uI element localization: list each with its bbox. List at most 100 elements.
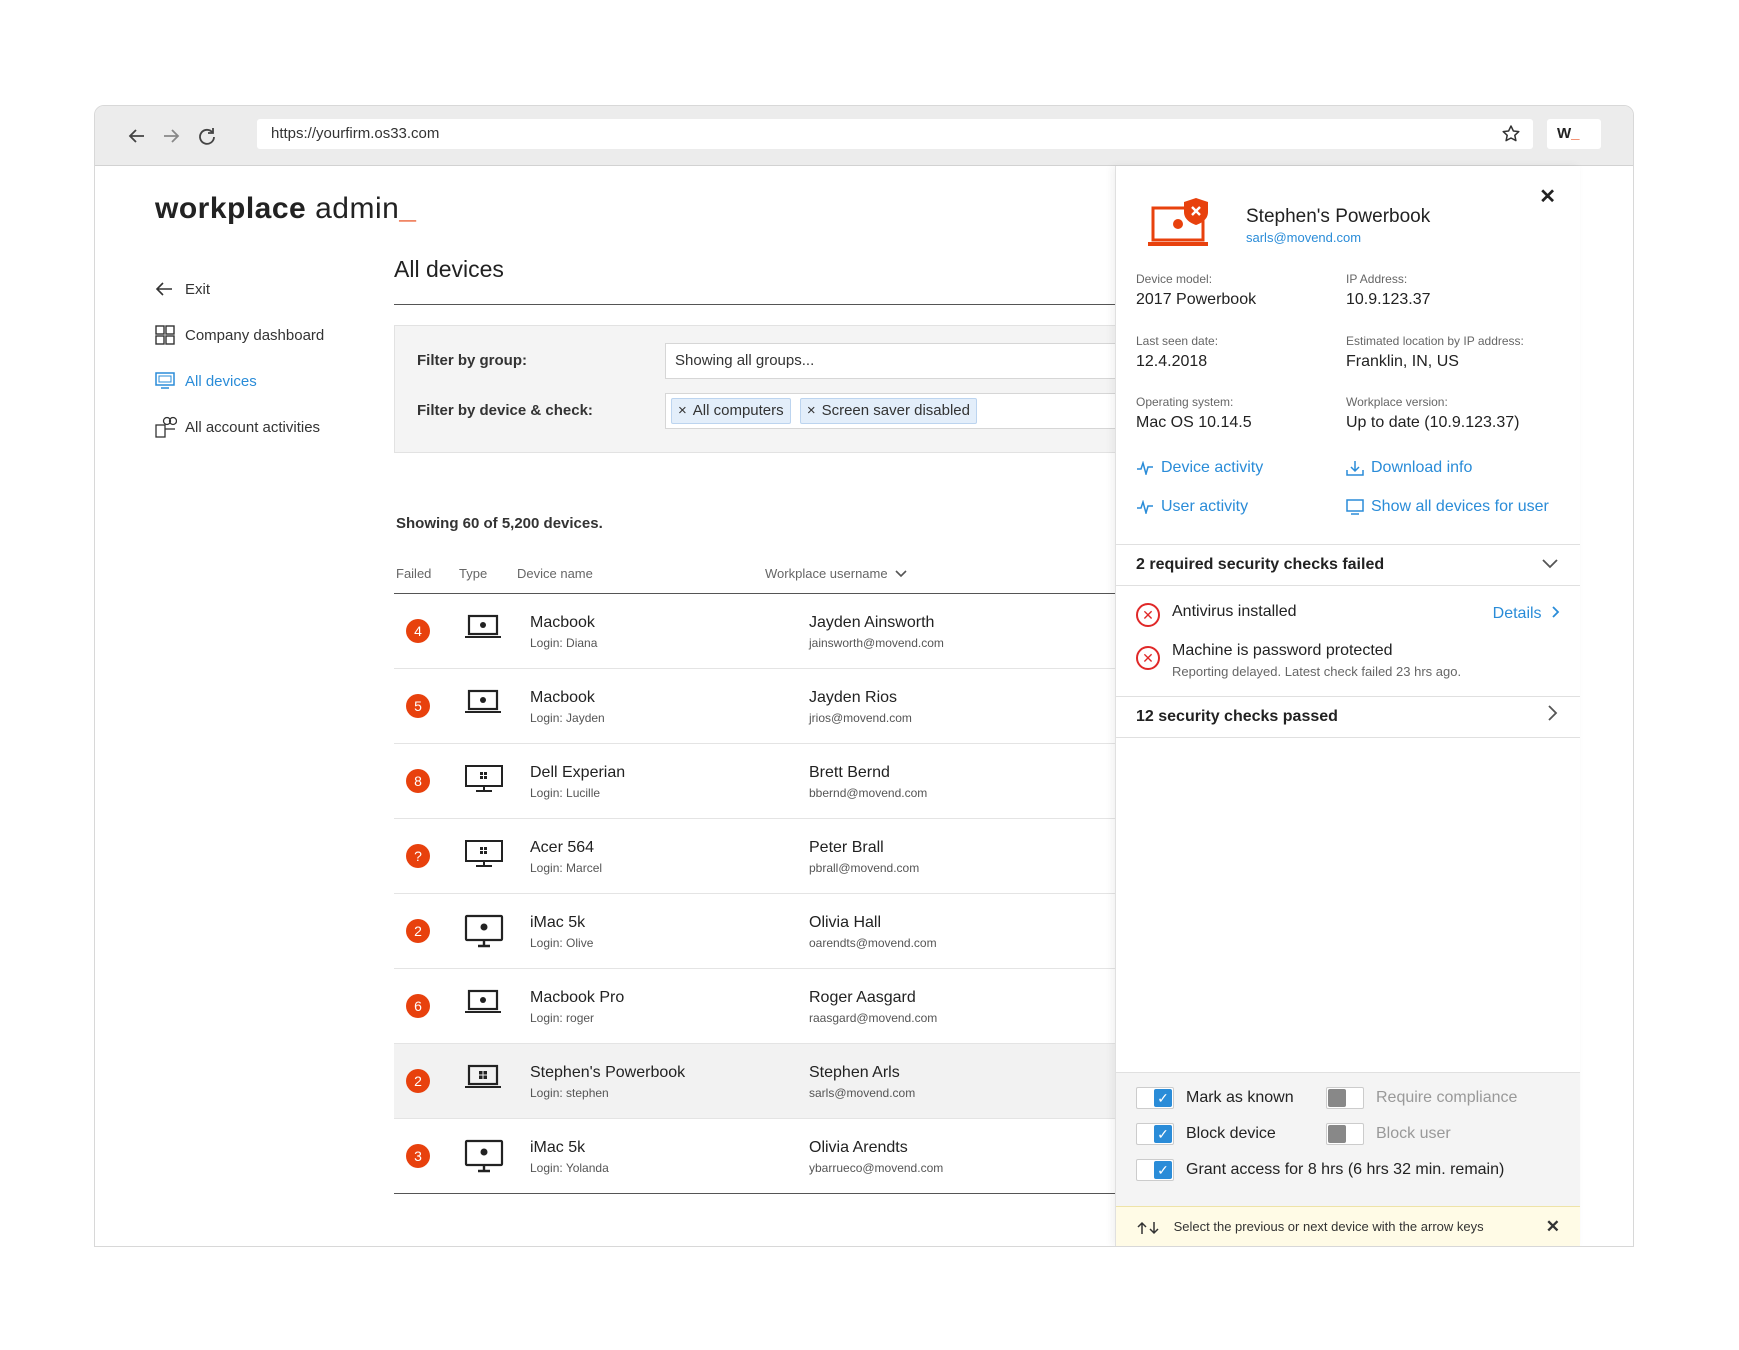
- user-email: bbernd@movend.com: [809, 786, 928, 800]
- device-name: Stephen's Powerbook: [530, 1064, 686, 1081]
- require-compliance-toggle[interactable]: Require compliance: [1326, 1087, 1517, 1109]
- column-type[interactable]: Type: [459, 566, 487, 581]
- device-login: Login: Diana: [530, 636, 598, 650]
- browser-toolbar: https://yourfirm.os33.com W_: [95, 106, 1633, 166]
- info-value: 2017 Powerbook: [1136, 291, 1257, 308]
- table-row[interactable]: ? Acer 564 Login: Marcel Peter Brall pbr…: [394, 819, 1134, 894]
- failed-checks-title: 2 required security checks failed: [1136, 556, 1385, 573]
- back-arrow-icon[interactable]: [123, 122, 151, 150]
- device-table-body: 4 Macbook Login: Diana Jayden Ainsworth …: [394, 594, 1134, 1194]
- failed-count-badge: ?: [406, 844, 430, 868]
- panel-user-email[interactable]: sarls@movend.com: [1246, 230, 1361, 245]
- download-icon: [1346, 461, 1364, 476]
- link-label: Show all devices for user: [1371, 498, 1549, 515]
- column-failed[interactable]: Failed: [396, 566, 431, 581]
- sidebar-item-all-account-activities[interactable]: All account activities: [155, 404, 324, 450]
- table-row-selected[interactable]: 2 Stephen's Powerbook Login: stephen Ste…: [394, 1044, 1134, 1119]
- info-workplace-version: Workplace version: Up to date (10.9.123.…: [1346, 395, 1519, 432]
- filter-panel: Filter by group: Showing all groups... F…: [394, 325, 1135, 453]
- imac-apple-icon: [464, 914, 504, 953]
- table-row[interactable]: 5 Macbook Login: Jayden Jayden Rios jrio…: [394, 669, 1134, 744]
- user-email: ybarrueco@movend.com: [809, 1161, 944, 1175]
- main-content: All devices Filter by group: Showing all…: [394, 256, 1135, 1194]
- table-row[interactable]: 2 iMac 5k Login: Olive Olivia Hall oaren…: [394, 894, 1134, 969]
- failed-count-badge: 3: [406, 1144, 430, 1168]
- user-activity-link[interactable]: User activity: [1136, 498, 1248, 516]
- link-label: Device activity: [1161, 459, 1264, 476]
- address-bar[interactable]: https://yourfirm.os33.com: [257, 119, 1533, 149]
- column-workplace-username[interactable]: Workplace username: [765, 566, 907, 581]
- toggle-label: Require compliance: [1376, 1089, 1518, 1106]
- failed-checks-header[interactable]: 2 required security checks failed: [1116, 544, 1580, 586]
- info-key: Operating system:: [1136, 395, 1234, 409]
- user-name: Roger Aasgard: [809, 989, 916, 1006]
- remove-chip-icon[interactable]: ×: [678, 402, 687, 419]
- imac-apple-icon: [464, 1139, 504, 1178]
- logo-mark: _: [399, 192, 417, 225]
- url-text: https://yourfirm.os33.com: [271, 125, 440, 142]
- app-content: workplace admin_ Exit Company dashboard …: [95, 166, 1633, 1246]
- failed-count-badge: 8: [406, 769, 430, 793]
- device-activity-link[interactable]: Device activity: [1136, 459, 1263, 477]
- failed-count-badge: 6: [406, 994, 430, 1018]
- toggle-switch-off: [1326, 1123, 1364, 1145]
- details-link[interactable]: Details: [1493, 605, 1560, 623]
- desktop-windows-icon: [464, 764, 504, 799]
- user-email: jainsworth@movend.com: [809, 636, 944, 650]
- sidebar-item-exit[interactable]: Exit: [155, 266, 324, 312]
- group-filter-select[interactable]: Showing all groups...: [665, 343, 1135, 379]
- grant-access-toggle[interactable]: ✓ Grant access for 8 hrs (6 hrs 32 min. …: [1136, 1159, 1504, 1181]
- sidebar-item-company-dashboard[interactable]: Company dashboard: [155, 312, 324, 358]
- show-all-devices-link[interactable]: Show all devices for user: [1346, 498, 1549, 516]
- reload-icon[interactable]: [193, 122, 221, 150]
- info-value: Franklin, IN, US: [1346, 353, 1459, 370]
- hint-text: Select the previous or next device with …: [1173, 1219, 1484, 1234]
- bookmark-star-icon[interactable]: [1501, 124, 1521, 155]
- fail-x-icon: ✕: [1136, 603, 1160, 627]
- chevron-down-icon: [1542, 545, 1558, 585]
- browser-window: https://yourfirm.os33.com W_ workplace a…: [94, 105, 1634, 1247]
- sidebar-item-all-devices[interactable]: All devices: [155, 358, 324, 404]
- toggle-switch-off: [1326, 1087, 1364, 1109]
- download-info-link[interactable]: Download info: [1346, 459, 1472, 477]
- info-key: Workplace version:: [1346, 395, 1448, 409]
- toggle-label: Grant access for 8 hrs (6 hrs 32 min. re…: [1186, 1161, 1505, 1178]
- info-operating-system: Operating system: Mac OS 10.14.5: [1136, 395, 1252, 432]
- failed-count-badge: 2: [406, 919, 430, 943]
- sidebar-item-label: Company dashboard: [185, 326, 325, 344]
- toggle-switch-on: ✓: [1136, 1087, 1174, 1109]
- filter-chip[interactable]: × All computers: [671, 398, 791, 424]
- link-label: User activity: [1161, 498, 1249, 515]
- table-row[interactable]: 6 Macbook Pro Login: roger Roger Aasgard…: [394, 969, 1134, 1044]
- keyboard-hint-bar: Select the previous or next device with …: [1116, 1206, 1580, 1246]
- user-name: Stephen Arls: [809, 1064, 900, 1081]
- user-name: Olivia Hall: [809, 914, 882, 931]
- mark-as-known-toggle[interactable]: ✓ Mark as known: [1136, 1087, 1294, 1109]
- forward-arrow-icon[interactable]: [157, 122, 185, 150]
- details-label: Details: [1492, 605, 1542, 622]
- extension-mark: _: [1571, 125, 1580, 142]
- device-login: Login: Olive: [530, 936, 594, 950]
- table-row[interactable]: 4 Macbook Login: Diana Jayden Ainsworth …: [394, 594, 1134, 669]
- check-item-antivirus: ✕ Antivirus installed: [1136, 603, 1297, 627]
- block-user-toggle[interactable]: Block user: [1326, 1123, 1451, 1145]
- up-down-arrows-icon: [1137, 1221, 1159, 1234]
- filter-device-label: Filter by device & check:: [417, 402, 593, 419]
- close-panel-icon[interactable]: ✕: [1539, 184, 1556, 209]
- chevron-right-icon: [1552, 606, 1560, 618]
- close-hint-icon[interactable]: ✕: [1546, 1207, 1560, 1246]
- block-device-toggle[interactable]: ✓ Block device: [1136, 1123, 1276, 1145]
- extension-button[interactable]: W_: [1547, 119, 1601, 149]
- device-filter-input[interactable]: × All computers × Screen saver disabled: [665, 393, 1135, 429]
- table-row[interactable]: 3 iMac 5k Login: Yolanda Olivia Arendts …: [394, 1119, 1134, 1194]
- table-row[interactable]: 8 Dell Experian Login: Lucille Brett Ber…: [394, 744, 1134, 819]
- passed-checks-header[interactable]: 12 security checks passed: [1116, 696, 1580, 738]
- sidebar-item-label: All devices: [185, 372, 257, 390]
- pulse-icon: [1137, 461, 1153, 475]
- filter-chip[interactable]: × Screen saver disabled: [799, 398, 977, 424]
- column-device-name[interactable]: Device name: [517, 566, 593, 581]
- remove-chip-icon[interactable]: ×: [807, 402, 816, 419]
- user-email: raasgard@movend.com: [809, 1011, 938, 1025]
- laptop-windows-icon: [464, 1064, 502, 1095]
- failed-count-badge: 4: [406, 619, 430, 643]
